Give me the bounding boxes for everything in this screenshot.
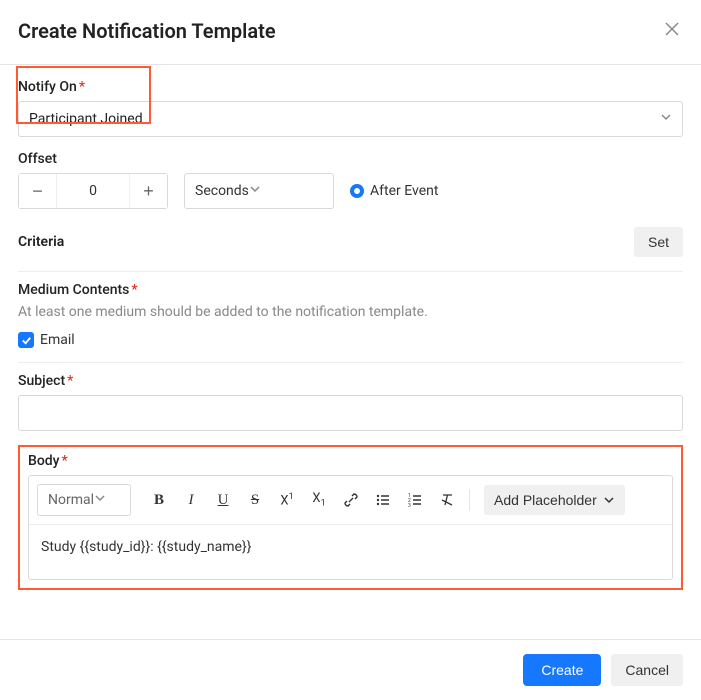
email-checkbox[interactable]: Email: [18, 332, 683, 348]
superscript-icon: X1: [280, 492, 293, 508]
numbered-list-icon: 123: [407, 492, 423, 508]
notify-on-value: Participant Joined: [29, 111, 143, 127]
numbered-list-button[interactable]: 123: [401, 486, 429, 514]
medium-contents-helper: At least one medium should be added to t…: [18, 304, 683, 320]
strikethrough-icon: S: [251, 492, 259, 509]
offset-decrement[interactable]: −: [19, 174, 57, 208]
cancel-button[interactable]: Cancel: [611, 654, 683, 686]
offset-increment[interactable]: +: [129, 174, 167, 208]
highlight-body: Body* Normal B I U S X1 X1: [18, 445, 683, 590]
toolbar-separator: [469, 489, 470, 511]
subscript-icon: X1: [312, 491, 325, 509]
superscript-button[interactable]: X1: [273, 486, 301, 514]
italic-icon: I: [189, 492, 194, 509]
subscript-button[interactable]: X1: [305, 486, 333, 514]
chevron-down-icon: [249, 183, 261, 199]
body-label: Body*: [28, 453, 673, 469]
divider: [0, 64, 701, 65]
bold-button[interactable]: B: [145, 486, 173, 514]
criteria-set-button[interactable]: Set: [634, 227, 683, 257]
clear-format-icon: [439, 492, 455, 508]
radio-icon: [350, 184, 364, 198]
italic-button[interactable]: I: [177, 486, 205, 514]
notify-on-select[interactable]: Participant Joined: [18, 101, 683, 137]
format-select[interactable]: Normal: [37, 484, 131, 516]
clear-format-button[interactable]: [433, 486, 461, 514]
svg-text:3: 3: [408, 503, 411, 508]
create-button[interactable]: Create: [523, 654, 601, 686]
email-label: Email: [40, 332, 75, 348]
after-event-radio[interactable]: After Event: [350, 183, 438, 199]
add-placeholder-label: Add Placeholder: [494, 492, 597, 508]
offset-stepper[interactable]: − 0 +: [18, 173, 168, 209]
bullet-list-icon: [375, 492, 391, 508]
link-button[interactable]: [337, 486, 365, 514]
criteria-label: Criteria: [18, 234, 64, 250]
body-content[interactable]: Study {{study_id}}: {{study_name}}: [29, 525, 672, 579]
divider: [18, 271, 683, 272]
dialog-title: Create Notification Template: [18, 19, 276, 43]
bold-icon: B: [154, 492, 164, 509]
offset-label: Offset: [18, 151, 683, 167]
offset-value: 0: [57, 183, 129, 199]
medium-contents-label: Medium Contents*: [18, 282, 683, 298]
link-icon: [343, 492, 359, 508]
chevron-down-icon: [94, 492, 106, 508]
body-editor: Normal B I U S X1 X1 123: [28, 475, 673, 580]
divider: [18, 362, 683, 363]
subject-input[interactable]: [18, 395, 683, 431]
format-value: Normal: [48, 492, 94, 508]
underline-button[interactable]: U: [209, 486, 237, 514]
dialog-footer: Create Cancel: [0, 639, 701, 700]
bullet-list-button[interactable]: [369, 486, 397, 514]
checkbox-checked-icon: [18, 332, 34, 348]
close-icon: [665, 22, 679, 36]
offset-unit-value: Seconds: [195, 183, 249, 199]
after-event-label: After Event: [370, 183, 438, 199]
subject-label: Subject*: [18, 373, 683, 389]
editor-toolbar: Normal B I U S X1 X1 123: [29, 476, 672, 525]
chevron-down-icon: [660, 111, 672, 127]
notify-on-label: Notify On*: [18, 79, 683, 95]
chevron-down-icon: [603, 494, 615, 506]
add-placeholder-button[interactable]: Add Placeholder: [484, 485, 625, 515]
underline-icon: U: [218, 492, 229, 509]
offset-unit-select[interactable]: Seconds: [184, 173, 334, 209]
close-button[interactable]: [661, 18, 683, 44]
strike-button[interactable]: S: [241, 486, 269, 514]
